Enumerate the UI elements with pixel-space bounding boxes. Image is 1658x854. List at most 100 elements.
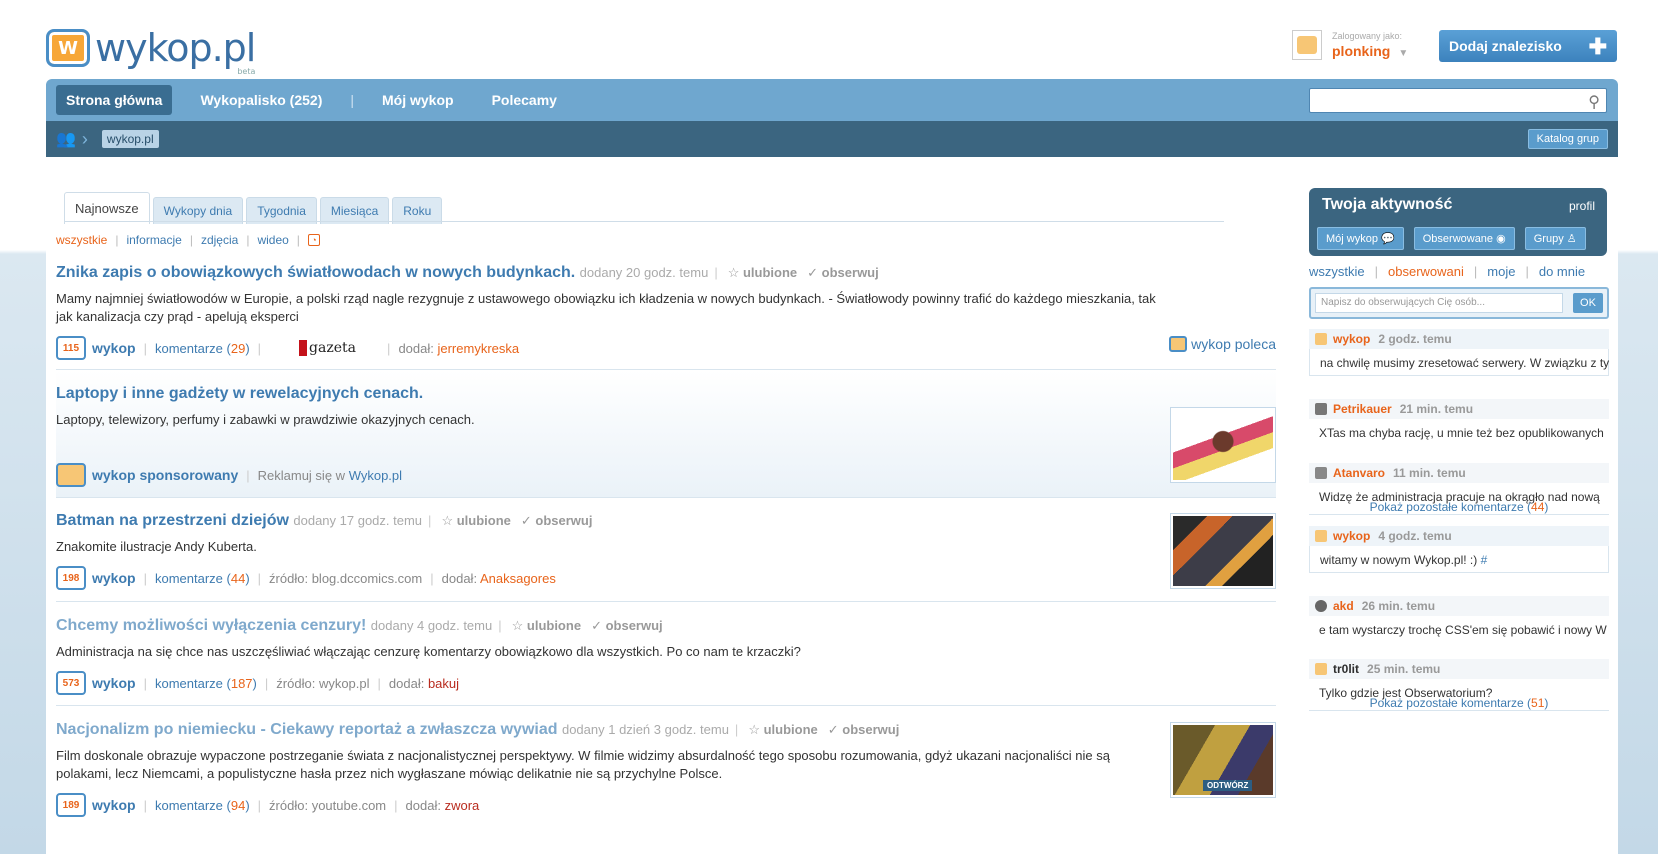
avatar[interactable] (1315, 663, 1327, 675)
entry-thumbnail[interactable] (1170, 407, 1276, 483)
add-entry-button[interactable]: Dodaj znalezisko ✚ (1439, 30, 1617, 62)
avatar[interactable] (1315, 467, 1327, 479)
activity-filter-all[interactable]: wszystkie (1309, 264, 1365, 279)
entry-title[interactable]: Batman na przestrzeni dziejów dodany 17 … (56, 512, 1276, 530)
comments-link[interactable]: komentarze (44) (155, 571, 250, 586)
video-thumbnail[interactable]: ODTWÓRZ (1170, 722, 1276, 798)
nav-recommended[interactable]: Polecamy (482, 85, 567, 115)
hash-link[interactable]: # (1481, 553, 1488, 567)
nav-wykopalisko[interactable]: Wykopalisko (252) (190, 85, 332, 115)
search-input[interactable]: ⚲ (1309, 88, 1607, 113)
observe-button[interactable]: ✓ obserwuj (521, 513, 593, 528)
tab-day[interactable]: Wykopy dnia (152, 197, 244, 224)
entry-user[interactable]: jerremykreska (437, 341, 519, 356)
site-logo[interactable]: W wykop.pl beta (46, 26, 256, 76)
nav-home[interactable]: Strona główna (56, 85, 173, 115)
vote-count[interactable]: 198 (56, 566, 86, 590)
avatar[interactable] (1292, 30, 1322, 60)
comments-link[interactable]: komentarze (187) (155, 676, 257, 691)
favorite-button[interactable]: ☆ ulubione (512, 618, 581, 633)
favorite-button[interactable]: ☆ ulubione (748, 722, 817, 737)
show-more-comments[interactable]: Pokaż pozostałe komentarze (51) (1309, 696, 1609, 711)
activity-time: 25 min. temu (1367, 662, 1441, 676)
favorite-button[interactable]: ☆ ulubione (728, 265, 797, 280)
entry-user[interactable]: Anaksagores (480, 571, 556, 586)
favorite-button[interactable]: ☆ ulubione (441, 513, 510, 528)
avatar[interactable] (1315, 530, 1327, 542)
tab-month[interactable]: Miesiąca (319, 197, 390, 224)
tab-newest[interactable]: Najnowsze (64, 192, 150, 224)
activity-filter-mine[interactable]: moje (1487, 264, 1515, 279)
wykop-recommends[interactable]: wykop poleca (1169, 336, 1276, 352)
filter-photos[interactable]: zdjęcia (201, 233, 238, 247)
plus-icon: ✚ (1588, 34, 1607, 59)
avatar[interactable] (1315, 600, 1327, 612)
logged-as-label: Zalogowany jako: (1332, 31, 1403, 41)
avatar[interactable] (1315, 403, 1327, 415)
comments-link[interactable]: komentarze (94) (155, 798, 250, 813)
main-nav: Strona główna Wykopalisko (252) | Mój wy… (46, 79, 1618, 121)
nav-my-wykop[interactable]: Mój wykop (372, 85, 464, 115)
user-box[interactable]: Zalogowany jako: plonking ▼ (1292, 30, 1408, 60)
entry-title[interactable]: Chcemy możliwości wyłączenia cenzury! do… (56, 617, 1276, 635)
vote-count[interactable]: 573 (56, 671, 86, 695)
entry-title[interactable]: Laptopy i inne gadżety w rewelacyjnych c… (56, 385, 1276, 403)
ok-button[interactable]: OK (1573, 293, 1603, 313)
chevron-down-icon[interactable]: ▼ (1398, 48, 1408, 59)
observe-button[interactable]: ✓ obserwuj (828, 722, 900, 737)
logo-text: wykop.pl beta (95, 26, 256, 76)
entry-user[interactable]: bakuj (428, 676, 459, 691)
play-button[interactable]: ODTWÓRZ (1203, 780, 1253, 791)
activity-user[interactable]: wykop (1333, 529, 1370, 543)
vote-count[interactable]: 189 (56, 793, 86, 817)
tab-year[interactable]: Roku (392, 197, 443, 224)
activity-text[interactable]: e tam wystarczy trochę CSS'em się pobawi… (1309, 616, 1609, 637)
activity-text[interactable]: witamy w nowym Wykop.pl! :) # (1309, 546, 1609, 573)
activity-user[interactable]: akd (1333, 599, 1354, 613)
chat-icon: 💬 (1381, 233, 1395, 245)
wykop-button[interactable]: wykop (92, 797, 136, 813)
activity-time: 4 godz. temu (1378, 529, 1452, 543)
profile-link[interactable]: profil (1569, 199, 1595, 213)
sponsored-label[interactable]: wykop sponsorowany (92, 467, 238, 483)
wykop-button[interactable]: wykop (92, 340, 136, 356)
activity-user[interactable]: Atanvaro (1333, 466, 1385, 480)
tab-week[interactable]: Tygodnia (246, 197, 317, 224)
advertise-text: Reklamuj się w Wykop.pl (257, 467, 403, 483)
groups-button[interactable]: Grupy ♙ (1524, 227, 1586, 250)
wykop-button[interactable]: wykop (92, 675, 136, 691)
activity-user[interactable]: Petrikauer (1333, 402, 1392, 416)
show-more-comments[interactable]: Pokaż pozostałe komentarze (44) (1309, 500, 1609, 515)
filter-video[interactable]: wideo (257, 233, 288, 247)
rss-icon[interactable]: ◔ (307, 234, 320, 246)
comments-link[interactable]: komentarze (29) (155, 341, 250, 356)
entry-title[interactable]: Znika zapis o obowiązkowych światłowodac… (56, 264, 1276, 282)
entry-title[interactable]: Nacjonalizm po niemiecku - Ciekawy repor… (56, 721, 1276, 739)
activity-text[interactable]: na chwilę musimy zresetować serwery. W z… (1309, 349, 1609, 376)
vote-count[interactable]: 115 (56, 336, 86, 360)
my-wykop-button[interactable]: Mój wykop 💬 (1317, 227, 1404, 250)
entry-user[interactable]: zwora (445, 798, 480, 813)
observe-button[interactable]: ✓ obserwuj (807, 265, 879, 280)
activity-filters: wszystkie | obserwowani | moje | do mnie (1309, 264, 1586, 279)
filter-all[interactable]: wszystkie (56, 233, 107, 247)
activity-user[interactable]: wykop (1333, 332, 1370, 346)
source-logo[interactable]: gazeta (299, 340, 379, 356)
activity-filter-observed[interactable]: obserwowani (1388, 264, 1464, 279)
username[interactable]: plonking ▼ (1332, 43, 1408, 59)
group-catalog-button[interactable]: Katalog grup (1527, 129, 1608, 149)
activity-text[interactable]: XTas ma chyba rację, u mnie też bez opub… (1309, 419, 1609, 440)
entry-thumbnail[interactable] (1170, 513, 1276, 589)
observe-button[interactable]: ✓ obserwuj (591, 618, 663, 633)
advertise-link[interactable]: Wykop.pl (349, 468, 402, 483)
breadcrumb[interactable]: wykop.pl (101, 130, 159, 148)
activity-filter-to-me[interactable]: do mnie (1539, 264, 1585, 279)
observer-message-input[interactable]: Napisz do obserwujących Cię osób... (1315, 293, 1563, 313)
search-icon[interactable]: ⚲ (1588, 92, 1600, 112)
wykop-button[interactable]: wykop (92, 570, 136, 586)
avatar[interactable] (1315, 333, 1327, 345)
filter-news[interactable]: informacje (126, 233, 181, 247)
groups-icon[interactable]: 👥 (56, 129, 76, 149)
activity-user[interactable]: tr0lit (1333, 662, 1359, 676)
observed-button[interactable]: Obserwowane ◉ (1413, 227, 1515, 250)
